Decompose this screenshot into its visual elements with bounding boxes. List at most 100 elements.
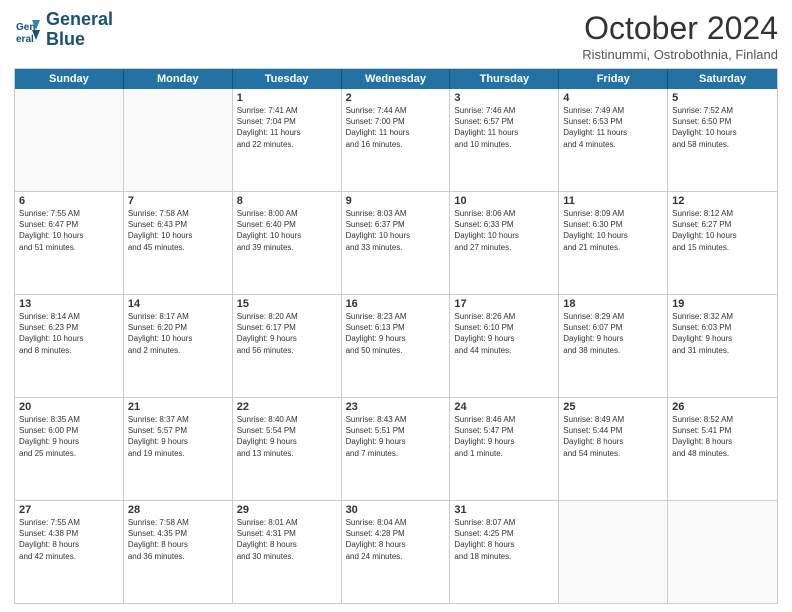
location-subtitle: Ristinummi, Ostrobothnia, Finland (582, 47, 778, 62)
day-number: 28 (128, 504, 228, 516)
day-number: 10 (454, 195, 554, 207)
weekday-header-tuesday: Tuesday (233, 69, 342, 89)
day-info: Sunrise: 8:23 AM Sunset: 6:13 PM Dayligh… (346, 311, 446, 356)
weekday-header-monday: Monday (124, 69, 233, 89)
calendar-day-16: 16Sunrise: 8:23 AM Sunset: 6:13 PM Dayli… (342, 295, 451, 397)
day-number: 21 (128, 401, 228, 413)
title-area: October 2024 Ristinummi, Ostrobothnia, F… (582, 10, 778, 62)
day-info: Sunrise: 8:46 AM Sunset: 5:47 PM Dayligh… (454, 414, 554, 459)
weekday-header-wednesday: Wednesday (342, 69, 451, 89)
day-number: 4 (563, 92, 663, 104)
calendar-body: 1Sunrise: 7:41 AM Sunset: 7:04 PM Daylig… (15, 89, 777, 603)
day-number: 29 (237, 504, 337, 516)
calendar-day-9: 9Sunrise: 8:03 AM Sunset: 6:37 PM Daylig… (342, 192, 451, 294)
day-number: 11 (563, 195, 663, 207)
logo-icon: Gen eral (14, 16, 42, 44)
calendar-day-2: 2Sunrise: 7:44 AM Sunset: 7:00 PM Daylig… (342, 89, 451, 191)
logo-line1: General (46, 9, 113, 29)
day-info: Sunrise: 7:55 AM Sunset: 4:38 PM Dayligh… (19, 517, 119, 562)
calendar-day-14: 14Sunrise: 8:17 AM Sunset: 6:20 PM Dayli… (124, 295, 233, 397)
day-info: Sunrise: 8:35 AM Sunset: 6:00 PM Dayligh… (19, 414, 119, 459)
day-number: 20 (19, 401, 119, 413)
calendar-header: SundayMondayTuesdayWednesdayThursdayFrid… (15, 69, 777, 89)
day-info: Sunrise: 8:26 AM Sunset: 6:10 PM Dayligh… (454, 311, 554, 356)
day-number: 27 (19, 504, 119, 516)
svg-text:eral: eral (16, 34, 34, 44)
calendar-day-18: 18Sunrise: 8:29 AM Sunset: 6:07 PM Dayli… (559, 295, 668, 397)
day-info: Sunrise: 7:44 AM Sunset: 7:00 PM Dayligh… (346, 105, 446, 150)
calendar-day-22: 22Sunrise: 8:40 AM Sunset: 5:54 PM Dayli… (233, 398, 342, 500)
calendar-empty-cell (15, 89, 124, 191)
calendar-day-7: 7Sunrise: 7:58 AM Sunset: 6:43 PM Daylig… (124, 192, 233, 294)
day-info: Sunrise: 8:17 AM Sunset: 6:20 PM Dayligh… (128, 311, 228, 356)
day-number: 13 (19, 298, 119, 310)
weekday-header-sunday: Sunday (15, 69, 124, 89)
calendar-day-25: 25Sunrise: 8:49 AM Sunset: 5:44 PM Dayli… (559, 398, 668, 500)
calendar-row-3: 20Sunrise: 8:35 AM Sunset: 6:00 PM Dayli… (15, 397, 777, 500)
weekday-header-thursday: Thursday (450, 69, 559, 89)
calendar-empty-cell (668, 501, 777, 603)
day-info: Sunrise: 7:41 AM Sunset: 7:04 PM Dayligh… (237, 105, 337, 150)
calendar-day-12: 12Sunrise: 8:12 AM Sunset: 6:27 PM Dayli… (668, 192, 777, 294)
day-info: Sunrise: 7:49 AM Sunset: 6:53 PM Dayligh… (563, 105, 663, 150)
day-number: 1 (237, 92, 337, 104)
day-info: Sunrise: 8:40 AM Sunset: 5:54 PM Dayligh… (237, 414, 337, 459)
calendar-day-11: 11Sunrise: 8:09 AM Sunset: 6:30 PM Dayli… (559, 192, 668, 294)
calendar-day-28: 28Sunrise: 7:58 AM Sunset: 4:35 PM Dayli… (124, 501, 233, 603)
day-number: 12 (672, 195, 773, 207)
calendar-day-6: 6Sunrise: 7:55 AM Sunset: 6:47 PM Daylig… (15, 192, 124, 294)
logo: Gen eral General Blue (14, 10, 113, 50)
calendar-row-0: 1Sunrise: 7:41 AM Sunset: 7:04 PM Daylig… (15, 89, 777, 191)
calendar-row-2: 13Sunrise: 8:14 AM Sunset: 6:23 PM Dayli… (15, 294, 777, 397)
calendar-day-10: 10Sunrise: 8:06 AM Sunset: 6:33 PM Dayli… (450, 192, 559, 294)
calendar-day-13: 13Sunrise: 8:14 AM Sunset: 6:23 PM Dayli… (15, 295, 124, 397)
day-info: Sunrise: 8:06 AM Sunset: 6:33 PM Dayligh… (454, 208, 554, 253)
day-number: 7 (128, 195, 228, 207)
day-number: 18 (563, 298, 663, 310)
day-number: 2 (346, 92, 446, 104)
day-info: Sunrise: 8:07 AM Sunset: 4:25 PM Dayligh… (454, 517, 554, 562)
day-info: Sunrise: 8:37 AM Sunset: 5:57 PM Dayligh… (128, 414, 228, 459)
calendar-day-3: 3Sunrise: 7:46 AM Sunset: 6:57 PM Daylig… (450, 89, 559, 191)
calendar-row-4: 27Sunrise: 7:55 AM Sunset: 4:38 PM Dayli… (15, 500, 777, 603)
day-number: 25 (563, 401, 663, 413)
day-info: Sunrise: 7:58 AM Sunset: 6:43 PM Dayligh… (128, 208, 228, 253)
day-number: 9 (346, 195, 446, 207)
calendar-day-27: 27Sunrise: 7:55 AM Sunset: 4:38 PM Dayli… (15, 501, 124, 603)
calendar-empty-cell (124, 89, 233, 191)
day-number: 6 (19, 195, 119, 207)
calendar: SundayMondayTuesdayWednesdayThursdayFrid… (14, 68, 778, 604)
calendar-day-15: 15Sunrise: 8:20 AM Sunset: 6:17 PM Dayli… (233, 295, 342, 397)
day-number: 26 (672, 401, 773, 413)
day-info: Sunrise: 7:52 AM Sunset: 6:50 PM Dayligh… (672, 105, 773, 150)
day-number: 16 (346, 298, 446, 310)
calendar-day-30: 30Sunrise: 8:04 AM Sunset: 4:28 PM Dayli… (342, 501, 451, 603)
calendar-day-1: 1Sunrise: 7:41 AM Sunset: 7:04 PM Daylig… (233, 89, 342, 191)
day-number: 3 (454, 92, 554, 104)
day-info: Sunrise: 8:01 AM Sunset: 4:31 PM Dayligh… (237, 517, 337, 562)
day-info: Sunrise: 7:58 AM Sunset: 4:35 PM Dayligh… (128, 517, 228, 562)
calendar-day-8: 8Sunrise: 8:00 AM Sunset: 6:40 PM Daylig… (233, 192, 342, 294)
day-number: 24 (454, 401, 554, 413)
calendar-day-26: 26Sunrise: 8:52 AM Sunset: 5:41 PM Dayli… (668, 398, 777, 500)
day-info: Sunrise: 7:55 AM Sunset: 6:47 PM Dayligh… (19, 208, 119, 253)
calendar-empty-cell (559, 501, 668, 603)
calendar-day-31: 31Sunrise: 8:07 AM Sunset: 4:25 PM Dayli… (450, 501, 559, 603)
day-info: Sunrise: 8:12 AM Sunset: 6:27 PM Dayligh… (672, 208, 773, 253)
day-info: Sunrise: 8:00 AM Sunset: 6:40 PM Dayligh… (237, 208, 337, 253)
calendar-day-4: 4Sunrise: 7:49 AM Sunset: 6:53 PM Daylig… (559, 89, 668, 191)
day-number: 14 (128, 298, 228, 310)
day-number: 22 (237, 401, 337, 413)
calendar-day-23: 23Sunrise: 8:43 AM Sunset: 5:51 PM Dayli… (342, 398, 451, 500)
day-number: 19 (672, 298, 773, 310)
weekday-header-friday: Friday (559, 69, 668, 89)
day-info: Sunrise: 8:09 AM Sunset: 6:30 PM Dayligh… (563, 208, 663, 253)
day-number: 17 (454, 298, 554, 310)
day-number: 23 (346, 401, 446, 413)
day-info: Sunrise: 8:29 AM Sunset: 6:07 PM Dayligh… (563, 311, 663, 356)
day-number: 5 (672, 92, 773, 104)
svg-text:Gen: Gen (16, 22, 35, 33)
day-number: 8 (237, 195, 337, 207)
calendar-row-1: 6Sunrise: 7:55 AM Sunset: 6:47 PM Daylig… (15, 191, 777, 294)
calendar-day-21: 21Sunrise: 8:37 AM Sunset: 5:57 PM Dayli… (124, 398, 233, 500)
